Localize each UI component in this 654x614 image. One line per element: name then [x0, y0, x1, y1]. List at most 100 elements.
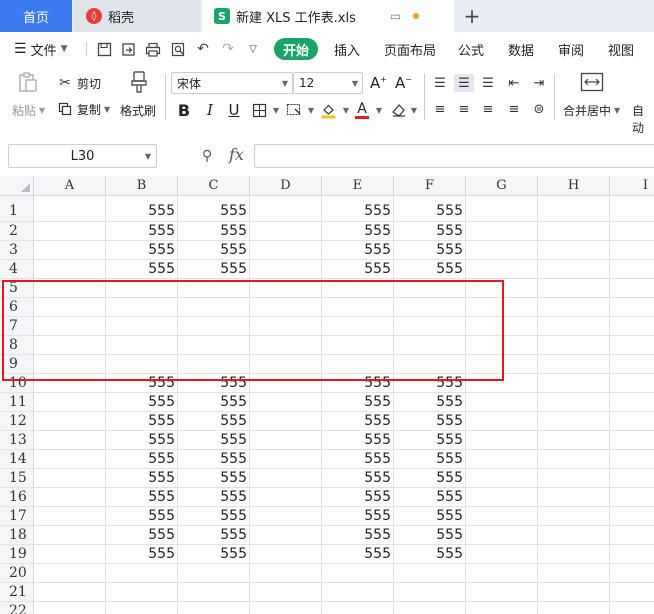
- cell-g10[interactable]: [466, 374, 538, 393]
- cell-i17[interactable]: [610, 507, 654, 526]
- cell-f15[interactable]: 555: [394, 469, 466, 488]
- row-header-12[interactable]: 12: [0, 412, 34, 431]
- cell-e21[interactable]: [322, 583, 394, 602]
- cell-h2[interactable]: [538, 222, 610, 241]
- cell-a18[interactable]: [34, 526, 106, 545]
- row-header-9[interactable]: 9: [0, 355, 34, 374]
- row-header-1[interactable]: 1: [0, 196, 34, 222]
- cell-i10[interactable]: [610, 374, 654, 393]
- cell-i13[interactable]: [610, 431, 654, 450]
- cell-h22[interactable]: [538, 602, 610, 614]
- cell-g14[interactable]: [466, 450, 538, 469]
- cell-b1[interactable]: 555: [106, 196, 178, 222]
- column-header-i[interactable]: I: [610, 176, 654, 196]
- cell-c7[interactable]: [178, 317, 250, 336]
- cell-d18[interactable]: [250, 526, 322, 545]
- cell-d2[interactable]: [250, 222, 322, 241]
- cell-f18[interactable]: 555: [394, 526, 466, 545]
- cell-g3[interactable]: [466, 241, 538, 260]
- decrease-indent-icon[interactable]: ⇤: [504, 74, 524, 92]
- align-top-icon[interactable]: ☰: [430, 74, 450, 92]
- menu-view[interactable]: 视图: [608, 39, 634, 59]
- menu-page-layout[interactable]: 页面布局: [384, 39, 436, 59]
- cell-i22[interactable]: [610, 602, 654, 614]
- cell-i15[interactable]: [610, 469, 654, 488]
- cell-g18[interactable]: [466, 526, 538, 545]
- cell-c14[interactable]: 555: [178, 450, 250, 469]
- cell-h11[interactable]: [538, 393, 610, 412]
- row-header-22[interactable]: 22: [0, 602, 34, 614]
- cell-h7[interactable]: [538, 317, 610, 336]
- column-header-h[interactable]: H: [538, 176, 610, 196]
- cell-c19[interactable]: 555: [178, 545, 250, 564]
- cell-i5[interactable]: [610, 279, 654, 298]
- cell-b11[interactable]: 555: [106, 393, 178, 412]
- cell-d1[interactable]: [250, 196, 322, 222]
- monitor-icon[interactable]: ▭: [390, 9, 401, 23]
- cell-a12[interactable]: [34, 412, 106, 431]
- row-header-17[interactable]: 17: [0, 507, 34, 526]
- menu-start-tab[interactable]: 开始: [274, 38, 318, 60]
- cell-e8[interactable]: [322, 336, 394, 355]
- cell-d22[interactable]: [250, 602, 322, 614]
- cell-e22[interactable]: [322, 602, 394, 614]
- cell-c10[interactable]: 555: [178, 374, 250, 393]
- row-header-14[interactable]: 14: [0, 450, 34, 469]
- column-header-f[interactable]: F: [394, 176, 466, 196]
- cell-d14[interactable]: [250, 450, 322, 469]
- tab-home[interactable]: 首页: [0, 0, 72, 32]
- copy-button[interactable]: 复制 ▼: [56, 100, 110, 118]
- cell-c22[interactable]: [178, 602, 250, 614]
- format-painter-button[interactable]: 格式刷: [120, 102, 156, 119]
- cell-a2[interactable]: [34, 222, 106, 241]
- cell-g8[interactable]: [466, 336, 538, 355]
- cell-a11[interactable]: [34, 393, 106, 412]
- cell-i18[interactable]: [610, 526, 654, 545]
- italic-icon[interactable]: I: [200, 100, 220, 120]
- cell-i9[interactable]: [610, 355, 654, 374]
- cell-d13[interactable]: [250, 431, 322, 450]
- cell-e18[interactable]: 555: [322, 526, 394, 545]
- cell-d16[interactable]: [250, 488, 322, 507]
- cell-f11[interactable]: 555: [394, 393, 466, 412]
- cell-d21[interactable]: [250, 583, 322, 602]
- cell-h5[interactable]: [538, 279, 610, 298]
- cell-a7[interactable]: [34, 317, 106, 336]
- zoom-search-icon[interactable]: ⚲: [202, 148, 212, 164]
- cell-a13[interactable]: [34, 431, 106, 450]
- cell-d12[interactable]: [250, 412, 322, 431]
- cell-a22[interactable]: [34, 602, 106, 614]
- row-header-4[interactable]: 4: [0, 260, 34, 279]
- cell-g4[interactable]: [466, 260, 538, 279]
- print-icon[interactable]: [143, 39, 163, 59]
- cell-e5[interactable]: [322, 279, 394, 298]
- cell-c13[interactable]: 555: [178, 431, 250, 450]
- cell-f14[interactable]: 555: [394, 450, 466, 469]
- font-size-select[interactable]: 12 ▼: [293, 72, 363, 94]
- cell-g6[interactable]: [466, 298, 538, 317]
- cell-h9[interactable]: [538, 355, 610, 374]
- cell-g19[interactable]: [466, 545, 538, 564]
- chevron-down-icon[interactable]: ▼: [266, 100, 286, 120]
- cell-e14[interactable]: 555: [322, 450, 394, 469]
- cell-f8[interactable]: [394, 336, 466, 355]
- row-header-2[interactable]: 2: [0, 222, 34, 241]
- align-center-icon[interactable]: ≡: [454, 100, 474, 118]
- cell-i6[interactable]: [610, 298, 654, 317]
- row-header-7[interactable]: 7: [0, 317, 34, 336]
- cell-c20[interactable]: [178, 564, 250, 583]
- cell-h14[interactable]: [538, 450, 610, 469]
- cell-c11[interactable]: 555: [178, 393, 250, 412]
- cell-b20[interactable]: [106, 564, 178, 583]
- cell-e20[interactable]: [322, 564, 394, 583]
- cell-e1[interactable]: 555: [322, 196, 394, 222]
- increase-indent-icon[interactable]: ⇥: [529, 74, 549, 92]
- auto-wrap-button[interactable]: 自动: [632, 102, 654, 136]
- cell-g15[interactable]: [466, 469, 538, 488]
- cell-a21[interactable]: [34, 583, 106, 602]
- cell-h3[interactable]: [538, 241, 610, 260]
- row-header-13[interactable]: 13: [0, 431, 34, 450]
- cell-b15[interactable]: 555: [106, 469, 178, 488]
- cell-d8[interactable]: [250, 336, 322, 355]
- increase-font-size-button[interactable]: A+: [370, 74, 387, 92]
